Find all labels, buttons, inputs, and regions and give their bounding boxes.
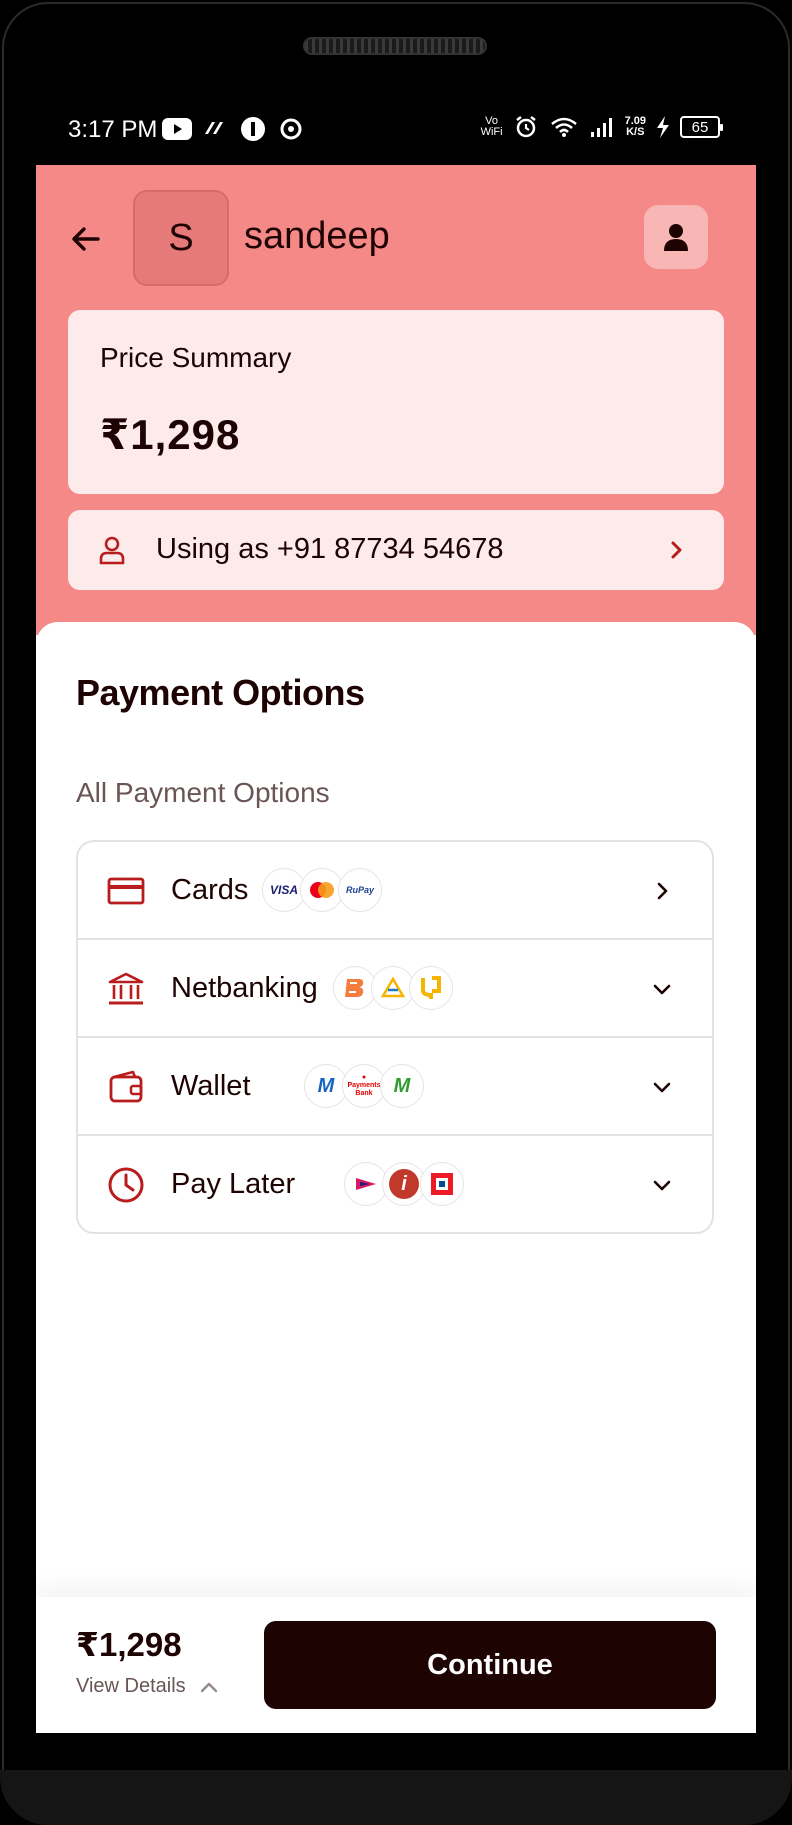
paylater-logos: i xyxy=(344,1162,464,1206)
payment-option-label: Pay Later xyxy=(171,1168,296,1200)
merchant-name: sandeep xyxy=(244,215,390,257)
hdfc-logo xyxy=(420,1162,464,1206)
view-details-toggle[interactable]: View Details xyxy=(76,1675,218,1698)
pnb-logo xyxy=(409,966,453,1010)
price-summary-label: Price Summary xyxy=(100,342,292,373)
using-as-label: Using as +91 87734 54678 xyxy=(156,533,504,565)
youtube-icon xyxy=(162,116,192,142)
payment-option-netbanking[interactable]: Netbanking xyxy=(78,940,712,1038)
all-payment-options-label: All Payment Options xyxy=(76,777,330,808)
card-icon xyxy=(107,877,145,905)
continue-button[interactable]: Continue xyxy=(264,1621,716,1709)
chevron-up-icon xyxy=(200,1682,217,1692)
chevron-right-icon xyxy=(657,882,668,900)
chevron-right-icon xyxy=(671,541,682,559)
payment-option-label: Cards xyxy=(171,874,249,906)
chevron-down-icon xyxy=(653,984,671,995)
price-summary-card[interactable]: Price Summary ₹1,298 xyxy=(68,310,724,494)
view-details-label: View Details xyxy=(76,1675,186,1697)
chevron-down-icon xyxy=(653,1082,671,1093)
checkout-header: S sandeep Price Summary ₹1,298 Using as … xyxy=(36,165,756,635)
card-network-logos: VISA RuPay xyxy=(262,868,382,912)
battery-indicator: 65 xyxy=(680,116,723,138)
signal-icon xyxy=(587,114,617,140)
payment-option-label: Wallet xyxy=(171,1070,251,1102)
person-icon xyxy=(99,536,125,565)
payment-sheet: Payment Options All Payment Options Card… xyxy=(36,622,756,1733)
merchant-avatar: S xyxy=(133,190,229,286)
app-icon xyxy=(238,116,268,142)
footer-total-price: ₹1,298 xyxy=(76,1626,182,1663)
payment-option-wallet[interactable]: Wallet M ● Payments Bank M xyxy=(78,1038,712,1136)
profile-button[interactable] xyxy=(644,205,708,269)
app-icon xyxy=(276,116,306,142)
rupay-logo: RuPay xyxy=(338,868,382,912)
network-speed: 7.09 K/S xyxy=(624,115,646,138)
wallet-icon xyxy=(109,1070,143,1103)
user-icon xyxy=(664,224,688,251)
payment-options-title: Payment Options xyxy=(76,672,365,713)
wallet-logos: M ● Payments Bank M xyxy=(304,1064,424,1108)
system-icons: Vo WiFi 7.09 K/S 65 xyxy=(480,114,723,140)
m-wallet-logo: M xyxy=(380,1064,424,1108)
status-bar: 3:17 PM Vo WiFi 7.09 K/S 65 xyxy=(36,110,756,150)
back-arrow-icon xyxy=(72,227,100,251)
wifi-icon xyxy=(549,114,579,140)
bank-icon xyxy=(108,972,144,1005)
chevron-down-icon xyxy=(653,1180,671,1191)
alarm-icon xyxy=(511,114,541,140)
clock-icon xyxy=(108,1167,144,1203)
app-icon xyxy=(200,116,230,142)
payment-options-list: Cards VISA RuPay Netbanking Wallet M ● P… xyxy=(76,840,714,1234)
payment-option-cards[interactable]: Cards VISA RuPay xyxy=(78,842,712,940)
status-time: 3:17 PM xyxy=(68,116,158,143)
phone-frame: 3:17 PM Vo WiFi 7.09 K/S 65 S sandeep Pr… xyxy=(0,0,792,1825)
earpiece-speaker xyxy=(303,37,487,55)
charging-icon xyxy=(654,114,672,140)
bank-logos xyxy=(333,966,453,1010)
checkout-footer: ₹1,298 View Details Continue xyxy=(36,1597,756,1733)
price-summary-amount: ₹1,298 xyxy=(100,411,241,458)
back-button[interactable] xyxy=(66,219,106,259)
payment-option-label: Netbanking xyxy=(171,972,318,1004)
payment-option-pay-later[interactable]: Pay Later i xyxy=(78,1136,712,1232)
bottom-bezel xyxy=(0,1770,792,1825)
using-as-contact[interactable]: Using as +91 87734 54678 xyxy=(68,510,724,590)
app-screen: S sandeep Price Summary ₹1,298 Using as … xyxy=(36,165,756,1733)
notification-icons xyxy=(162,116,306,142)
vowifi-label: Vo WiFi xyxy=(480,115,503,138)
